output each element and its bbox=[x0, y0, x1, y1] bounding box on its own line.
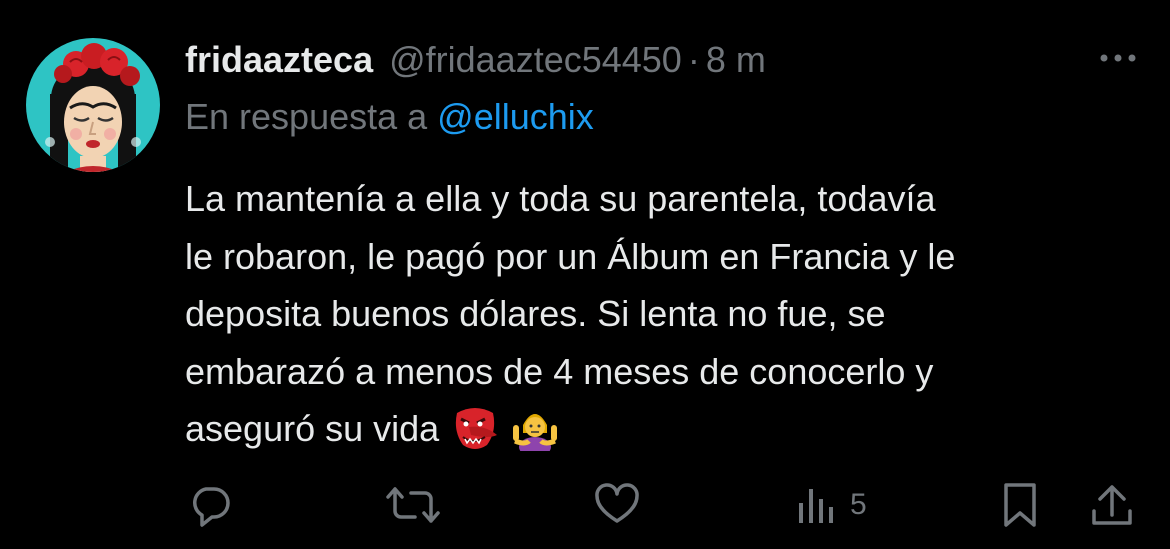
more-options-button[interactable] bbox=[1094, 44, 1142, 72]
person-shrugging-emoji bbox=[511, 405, 559, 451]
tengu-mask-emoji bbox=[451, 405, 499, 451]
like-button[interactable] bbox=[593, 481, 653, 529]
user-handle[interactable]: @fridaaztec54450 bbox=[389, 39, 682, 81]
heart-icon bbox=[595, 483, 639, 523]
timestamp[interactable]: 8 m bbox=[706, 39, 766, 81]
display-name[interactable]: fridaazteca bbox=[185, 39, 373, 81]
share-button[interactable] bbox=[1088, 481, 1148, 529]
bookmark-icon bbox=[1004, 483, 1036, 527]
reply-button[interactable] bbox=[186, 481, 246, 529]
reply-prefix: En respuesta a bbox=[185, 96, 428, 137]
bookmark-button[interactable] bbox=[996, 481, 1056, 529]
views-count: 5 bbox=[850, 488, 867, 521]
share-icon bbox=[1092, 485, 1132, 525]
tweet-text-content: La mantenía a ella y toda su parentela, … bbox=[185, 178, 956, 449]
avatar[interactable] bbox=[26, 38, 160, 172]
tweet-text: La mantenía a ella y toda su parentela, … bbox=[185, 170, 1145, 458]
frida-avatar-icon bbox=[26, 38, 160, 172]
more-dots-icon bbox=[1100, 54, 1136, 62]
tweet-header: fridaazteca @fridaaztec54450 · 8 m bbox=[185, 36, 766, 84]
reply-icon bbox=[193, 487, 230, 527]
action-bar: 5 bbox=[0, 475, 1170, 535]
reply-context: En respuesta a @elluchix bbox=[185, 96, 594, 138]
tweet[interactable]: fridaazteca @fridaaztec54450 · 8 m En re… bbox=[0, 0, 1170, 549]
separator-dot: · bbox=[687, 39, 700, 80]
repost-button[interactable] bbox=[385, 481, 453, 529]
views-button[interactable]: 5 bbox=[796, 481, 867, 529]
views-chart-icon bbox=[799, 489, 833, 523]
reply-mention-link[interactable]: @elluchix bbox=[437, 96, 594, 137]
repost-icon bbox=[386, 487, 440, 523]
